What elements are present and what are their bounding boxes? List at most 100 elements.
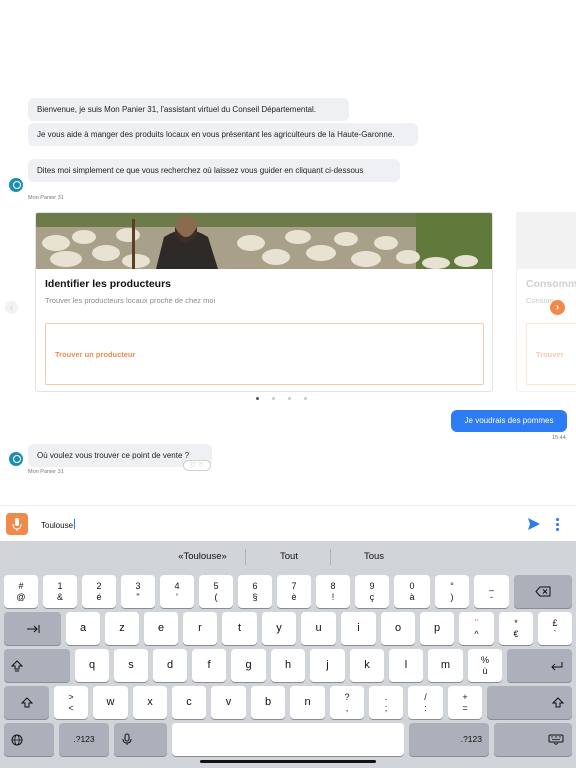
text-caret <box>74 519 76 529</box>
key[interactable]: 5( <box>199 575 233 608</box>
key[interactable]: .; <box>369 686 403 719</box>
key-n[interactable]: n <box>290 686 325 719</box>
send-icon[interactable] <box>527 517 541 531</box>
bot-name-caption: Mon Panier 31 <box>28 469 64 475</box>
delete-key[interactable] <box>514 575 572 608</box>
caps-lock-icon <box>11 659 23 671</box>
pagination-dot[interactable] <box>272 397 275 400</box>
key[interactable]: + = <box>448 686 482 719</box>
key-i[interactable]: i <box>341 612 376 645</box>
key[interactable]: 4 ' <box>160 575 194 608</box>
dictation-key[interactable] <box>114 723 167 756</box>
key[interactable]: ?, <box>330 686 364 719</box>
globe-key[interactable] <box>4 723 54 756</box>
microphone-button[interactable] <box>6 513 28 535</box>
pagination-dot[interactable] <box>304 397 307 400</box>
on-screen-keyboard: «Toulouse» Tout Tous # @ 1 & 2é 3 " 4 ' 5( 6… <box>0 541 576 768</box>
shift-key-right[interactable] <box>487 686 572 719</box>
suggestion-2[interactable]: Tout <box>250 541 328 573</box>
key[interactable]: 1 & <box>43 575 77 608</box>
key-d[interactable]: d <box>153 649 187 682</box>
key-t[interactable]: t <box>222 612 257 645</box>
return-key[interactable] <box>507 649 572 682</box>
key[interactable]: 3 " <box>121 575 155 608</box>
key[interactable]: 9ç <box>355 575 389 608</box>
key-w[interactable]: w <box>93 686 128 719</box>
carousel-prev-button[interactable]: ‹ <box>5 301 18 314</box>
numbers-key-left[interactable]: .?123 <box>59 723 109 756</box>
key[interactable]: _ - <box>474 575 509 608</box>
key-h[interactable]: h <box>271 649 305 682</box>
key[interactable]: ¨ ^ <box>459 612 494 645</box>
key[interactable]: 7è <box>277 575 311 608</box>
key-x[interactable]: x <box>133 686 167 719</box>
globe-icon <box>11 734 23 745</box>
caps-lock-key[interactable] <box>4 649 70 682</box>
key[interactable]: £ ` <box>538 612 572 645</box>
home-indicator <box>200 760 376 763</box>
key-v[interactable]: v <box>211 686 246 719</box>
dismiss-keyboard-key[interactable] <box>494 723 572 756</box>
user-message: Je voudrais des pommes <box>451 410 567 432</box>
key-j[interactable]: j <box>310 649 345 682</box>
key-a[interactable]: a <box>66 612 100 645</box>
return-icon <box>551 661 563 670</box>
key-k[interactable]: k <box>350 649 384 682</box>
key[interactable]: % ù <box>468 649 502 682</box>
carousel-card-consume: Consomm Consom Trouver <box>516 212 576 392</box>
key[interactable]: * € <box>499 612 533 645</box>
keyboard-dismiss-icon <box>548 734 564 745</box>
chat-app: Bienvenue, je suis Mon Panier 31, l'assi… <box>0 0 576 768</box>
key-f[interactable]: f <box>192 649 226 682</box>
card-button-partial[interactable]: Trouver <box>526 323 576 385</box>
key-o[interactable]: o <box>381 612 415 645</box>
thumbs-down-icon[interactable]: ♡ <box>190 462 196 469</box>
suggestion-1[interactable]: «Toulouse» <box>155 541 250 573</box>
shift-icon <box>20 696 33 707</box>
delete-icon <box>535 586 551 597</box>
key[interactable]: °) <box>435 575 469 608</box>
carousel-card-producers: Identifier les producteurs Trouver les p… <box>35 212 493 392</box>
key[interactable]: 6 § <box>238 575 272 608</box>
key-u[interactable]: u <box>301 612 336 645</box>
key-p[interactable]: p <box>420 612 454 645</box>
microphone-icon <box>12 518 22 531</box>
key-r[interactable]: r <box>183 612 217 645</box>
key[interactable]: 0à <box>394 575 430 608</box>
card-title: Identifier les producteurs <box>45 278 172 290</box>
carousel-next-button[interactable]: › <box>550 300 565 315</box>
tab-key[interactable] <box>4 612 61 645</box>
key[interactable]: > < <box>54 686 88 719</box>
key[interactable]: 2é <box>82 575 116 608</box>
key[interactable]: 8! <box>316 575 350 608</box>
bot-avatar-icon <box>9 178 23 192</box>
card-image-partial <box>517 213 576 269</box>
pagination-dot[interactable] <box>256 397 259 400</box>
message-input[interactable]: Toulouse <box>41 519 76 530</box>
pagination-dot[interactable] <box>288 397 291 400</box>
key-z[interactable]: z <box>105 612 139 645</box>
feedback-buttons[interactable]: ♡ ♡ <box>183 460 211 471</box>
suggestion-3[interactable]: Tous <box>335 541 413 573</box>
key-c[interactable]: c <box>172 686 206 719</box>
key[interactable]: # @ <box>4 575 38 608</box>
key-y[interactable]: y <box>262 612 296 645</box>
more-options-icon[interactable] <box>552 517 562 531</box>
space-key[interactable] <box>172 723 404 756</box>
thumbs-up-icon[interactable]: ♡ <box>198 462 204 469</box>
key-g[interactable]: g <box>231 649 266 682</box>
key-s[interactable]: s <box>114 649 148 682</box>
numbers-key-right[interactable]: .?123 <box>409 723 489 756</box>
key-e[interactable]: e <box>144 612 178 645</box>
carousel-pagination <box>256 397 307 400</box>
key-q[interactable]: q <box>75 649 109 682</box>
key-b[interactable]: b <box>251 686 285 719</box>
shift-key-left[interactable] <box>4 686 49 719</box>
bot-message-welcome: Bienvenue, je suis Mon Panier 31, l'assi… <box>28 98 349 121</box>
key[interactable]: /: <box>408 686 443 719</box>
card-title-partial: Consomm <box>526 278 576 290</box>
find-producer-button[interactable]: Trouver un producteur <box>45 323 484 385</box>
key-l[interactable]: l <box>389 649 423 682</box>
key-m[interactable]: m <box>428 649 463 682</box>
bot-message-guide: Dites moi simplement ce que vous recherc… <box>28 159 400 182</box>
